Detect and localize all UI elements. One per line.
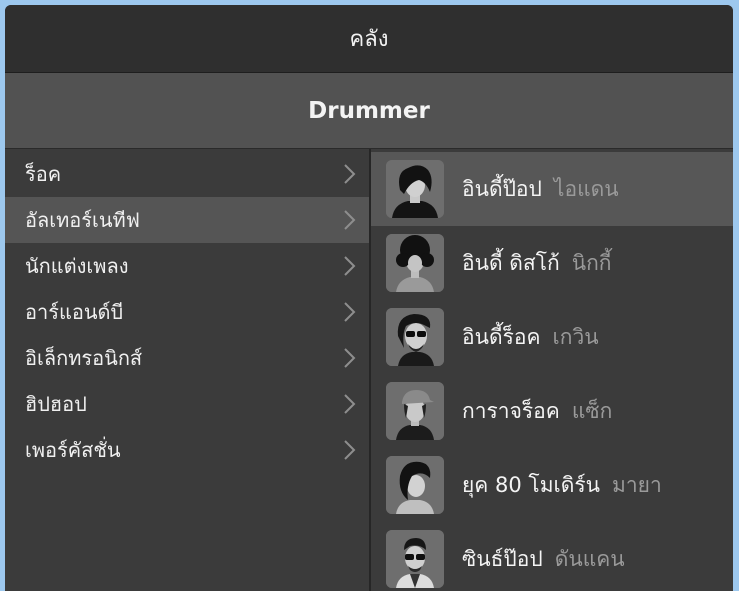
drummer-text: อินดี้ ดิสโก้ นิกกี้ — [462, 226, 612, 300]
drummer-item-zak[interactable]: การาจร็อค แซ็ก — [371, 374, 733, 448]
drummer-name: นิกกี้ — [571, 250, 612, 275]
chevron-right-icon — [344, 302, 356, 322]
drummer-item-duncan[interactable]: ซินธ์ป๊อป ดันแคน — [371, 522, 733, 591]
genre-list: ร็อค อัลเทอร์เนทีฟ นักแต่งเพลง อาร์แอนด์… — [5, 149, 369, 591]
drummer-text: ยุค 80 โมเดิร์น มายา — [462, 448, 662, 522]
chevron-right-icon — [344, 394, 356, 414]
drummer-text: การาจร็อค แซ็ก — [462, 374, 612, 448]
genre-label: อิเล็กทรอนิกส์ — [25, 346, 143, 370]
drummer-name: ดันแคน — [554, 546, 625, 571]
chevron-right-icon — [344, 256, 356, 276]
drummer-item-maya[interactable]: ยุค 80 โมเดิร์น มายา — [371, 448, 733, 522]
genre-item-alternative[interactable]: อัลเทอร์เนทีฟ — [5, 197, 369, 243]
drummer-name: แซ็ก — [571, 398, 613, 423]
drummer-name: ไอแดน — [553, 176, 619, 201]
chevron-right-icon — [344, 440, 356, 460]
genre-label: ร็อค — [25, 162, 62, 186]
drummer-style: ยุค 80 โมเดิร์น — [462, 472, 600, 497]
chevron-right-icon — [344, 210, 356, 230]
drummer-avatar-icon — [386, 456, 444, 514]
library-panel: คลัง Drummer ร็อค อัลเทอร์เนทีฟ นักแต่งเ… — [5, 5, 733, 591]
drummer-avatar-icon — [386, 530, 444, 588]
genre-label: นักแต่งเพลง — [25, 254, 129, 278]
genre-label: เพอร์คัสชั่น — [25, 438, 121, 462]
drummer-item-kyle[interactable]: อินดี้ ดิสโก้ นิกกี้ — [371, 226, 733, 300]
genre-item-electronic[interactable]: อิเล็กทรอนิกส์ — [5, 335, 369, 381]
drummer-avatar-icon — [386, 308, 444, 366]
genre-label: อัลเทอร์เนทีฟ — [25, 208, 140, 232]
drummer-style: การาจร็อค — [462, 398, 560, 423]
drummer-avatar-icon — [386, 160, 444, 218]
library-title: คลัง — [349, 27, 389, 52]
drummer-list: อินดี้ป๊อป ไอแดน อินดี้ ดิสโก้ นิกกี้ อิ… — [371, 149, 733, 591]
genre-item-rock[interactable]: ร็อค — [5, 151, 369, 197]
genre-item-songwriter[interactable]: นักแต่งเพลง — [5, 243, 369, 289]
drummer-name: มายา — [612, 472, 662, 497]
drummer-item-gavin[interactable]: อินดี้ร็อค เกวิน — [371, 300, 733, 374]
drummer-text: อินดี้ป๊อป ไอแดน — [462, 152, 619, 226]
chevron-right-icon — [344, 348, 356, 368]
drummer-style: อินดี้ ดิสโก้ — [462, 250, 560, 275]
drummer-text: ซินธ์ป๊อป ดันแคน — [462, 522, 625, 591]
track-type-header: Drummer — [5, 73, 733, 148]
genre-item-percussion[interactable]: เพอร์คัสชั่น — [5, 427, 369, 473]
drummer-name: เกวิน — [552, 324, 599, 349]
track-type-title: Drummer — [308, 97, 430, 124]
drummer-style: อินดี้ป๊อป — [462, 176, 542, 201]
drummer-text: อินดี้ร็อค เกวิน — [462, 300, 599, 374]
drummer-style: อินดี้ร็อค — [462, 324, 541, 349]
genre-label: อาร์แอนด์บี — [25, 300, 124, 324]
library-title-bar: คลัง — [5, 5, 733, 72]
drummer-style: ซินธ์ป๊อป — [462, 546, 543, 571]
genre-item-rnb[interactable]: อาร์แอนด์บี — [5, 289, 369, 335]
genre-label: ฮิปฮอป — [25, 392, 87, 416]
chevron-right-icon — [344, 164, 356, 184]
drummer-avatar-icon — [386, 234, 444, 292]
drummer-item-aidan[interactable]: อินดี้ป๊อป ไอแดน — [371, 152, 733, 226]
genre-item-hiphop[interactable]: ฮิปฮอป — [5, 381, 369, 427]
drummer-avatar-icon — [386, 382, 444, 440]
